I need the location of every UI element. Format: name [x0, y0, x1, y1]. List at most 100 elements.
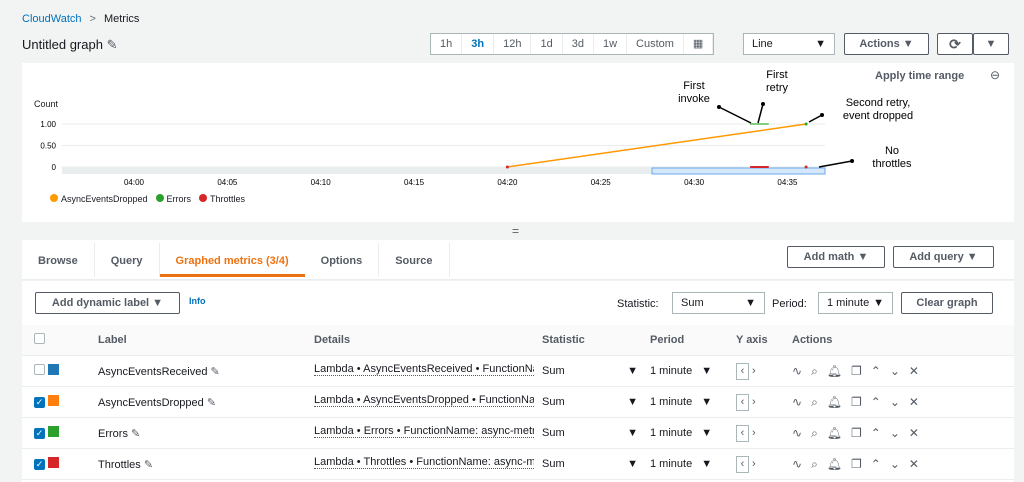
caret-down-icon[interactable]: ▼ [701, 365, 712, 377]
statistic-value[interactable]: Sum [542, 396, 565, 408]
row-checkbox[interactable]: ✓ [34, 459, 45, 470]
color-swatch[interactable] [48, 426, 59, 437]
math-icon[interactable]: ∿ [792, 364, 802, 378]
metric-details[interactable]: Lambda • Throttles • FunctionName: async… [314, 456, 534, 469]
select-all-checkbox[interactable] [34, 333, 45, 344]
statistic-select[interactable]: Sum ▼ [672, 292, 765, 314]
tab-query[interactable]: Query [95, 243, 160, 277]
y-axis-right-icon[interactable]: › [752, 458, 756, 470]
search-icon[interactable]: ⌕ [811, 426, 818, 440]
period-select[interactable]: 1 minute ▼ [818, 292, 893, 314]
row-checkbox[interactable]: ✓ [34, 428, 45, 439]
search-icon[interactable]: ⌕ [811, 457, 818, 471]
bell-icon[interactable]: 🔔︎ [827, 395, 842, 409]
chart-type-select[interactable]: Line ▼ [743, 33, 835, 55]
bell-icon[interactable]: 🔔︎ [827, 364, 842, 378]
period-value[interactable]: 1 minute [650, 427, 692, 439]
move-up-icon[interactable]: ⌃ [871, 395, 881, 409]
period-value[interactable]: 1 minute [650, 458, 692, 470]
bell-icon[interactable]: 🔔︎ [827, 426, 842, 440]
time-range-12h[interactable]: 12h [494, 34, 532, 54]
row-checkbox[interactable] [34, 364, 45, 375]
edit-icon[interactable]: ✎ [144, 459, 153, 471]
clear-graph-button[interactable]: Clear graph [901, 292, 993, 314]
close-icon[interactable]: ✕ [909, 364, 919, 378]
metric-label[interactable]: Errors [98, 428, 128, 440]
metric-details[interactable]: Lambda • Errors • FunctionName: async-me… [314, 425, 534, 438]
move-down-icon[interactable]: ⌄ [890, 457, 900, 471]
color-swatch[interactable] [48, 364, 59, 375]
y-axis-right-icon[interactable]: › [752, 396, 756, 408]
add-dynamic-label-button[interactable]: Add dynamic label ▼ [35, 292, 180, 314]
bell-icon[interactable]: 🔔︎ [827, 457, 842, 471]
legend-item[interactable]: Throttles [199, 194, 245, 204]
caret-down-icon[interactable]: ▼ [627, 458, 638, 470]
edit-icon[interactable]: ✎ [207, 397, 216, 409]
metric-details[interactable]: Lambda • AsyncEventsDropped • FunctionNa… [314, 394, 534, 407]
move-up-icon[interactable]: ⌃ [871, 426, 881, 440]
tab-source[interactable]: Source [379, 243, 450, 277]
edit-icon[interactable]: ✎ [211, 366, 220, 378]
time-range-3d[interactable]: 3d [563, 34, 594, 54]
search-icon[interactable]: ⌕ [811, 364, 818, 378]
metric-details[interactable]: Lambda • AsyncEventsReceived • FunctionN… [314, 363, 534, 376]
move-down-icon[interactable]: ⌄ [890, 395, 900, 409]
resize-handle[interactable]: = [512, 224, 519, 238]
y-axis-right-icon[interactable]: › [752, 427, 756, 439]
math-icon[interactable]: ∿ [792, 395, 802, 409]
add-query-button[interactable]: Add query ▼ [893, 246, 994, 268]
caret-down-icon[interactable]: ▼ [627, 427, 638, 439]
copy-icon[interactable]: ❐ [851, 395, 862, 409]
calendar-icon[interactable]: ▦ [684, 34, 714, 54]
statistic-value[interactable]: Sum [542, 427, 565, 439]
time-range-1w[interactable]: 1w [594, 34, 628, 54]
tab-graphed[interactable]: Graphed metrics (3/4) [159, 243, 305, 277]
info-link[interactable]: Info [189, 296, 206, 306]
caret-down-icon[interactable]: ▼ [701, 396, 712, 408]
move-up-icon[interactable]: ⌃ [871, 457, 881, 471]
edit-icon[interactable]: ✎ [131, 428, 140, 440]
caret-down-icon[interactable]: ▼ [627, 365, 638, 377]
y-axis-left-icon[interactable]: ‹ [736, 455, 749, 473]
refresh-button[interactable]: ⟳ [937, 33, 973, 55]
refresh-options-button[interactable]: ▼ [973, 33, 1009, 55]
period-value[interactable]: 1 minute [650, 396, 692, 408]
metric-label[interactable]: AsyncEventsDropped [98, 397, 204, 409]
time-range-custom[interactable]: Custom [627, 34, 684, 54]
actions-button[interactable]: Actions ▼ [844, 33, 929, 55]
legend-item[interactable]: Errors [155, 194, 191, 204]
tab-options[interactable]: Options [305, 243, 380, 277]
statistic-value[interactable]: Sum [542, 458, 565, 470]
time-range-1d[interactable]: 1d [531, 34, 563, 54]
tab-browse[interactable]: Browse [22, 243, 95, 277]
metric-label[interactable]: Throttles [98, 459, 141, 471]
legend-item[interactable]: AsyncEventsDropped [50, 194, 148, 204]
copy-icon[interactable]: ❐ [851, 457, 862, 471]
close-icon[interactable]: ✕ [909, 426, 919, 440]
move-down-icon[interactable]: ⌄ [890, 364, 900, 378]
y-axis-left-icon[interactable]: ‹ [736, 393, 749, 411]
row-checkbox[interactable]: ✓ [34, 397, 45, 408]
move-up-icon[interactable]: ⌃ [871, 364, 881, 378]
color-swatch[interactable] [48, 395, 59, 406]
y-axis-left-icon[interactable]: ‹ [736, 362, 749, 380]
color-swatch[interactable] [48, 457, 59, 468]
metric-label[interactable]: AsyncEventsReceived [98, 366, 207, 378]
close-icon[interactable]: ✕ [909, 457, 919, 471]
period-value[interactable]: 1 minute [650, 365, 692, 377]
search-icon[interactable]: ⌕ [811, 395, 818, 409]
copy-icon[interactable]: ❐ [851, 364, 862, 378]
edit-icon[interactable]: ✎ [107, 37, 118, 52]
y-axis-right-icon[interactable]: › [752, 365, 756, 377]
caret-down-icon[interactable]: ▼ [701, 427, 712, 439]
caret-down-icon[interactable]: ▼ [627, 396, 638, 408]
math-icon[interactable]: ∿ [792, 457, 802, 471]
time-range-3h[interactable]: 3h [462, 34, 495, 54]
y-axis-left-icon[interactable]: ‹ [736, 424, 749, 442]
breadcrumb-cloudwatch[interactable]: CloudWatch [22, 13, 82, 25]
copy-icon[interactable]: ❐ [851, 426, 862, 440]
close-icon[interactable]: ✕ [909, 395, 919, 409]
move-down-icon[interactable]: ⌄ [890, 426, 900, 440]
caret-down-icon[interactable]: ▼ [701, 458, 712, 470]
statistic-value[interactable]: Sum [542, 365, 565, 377]
